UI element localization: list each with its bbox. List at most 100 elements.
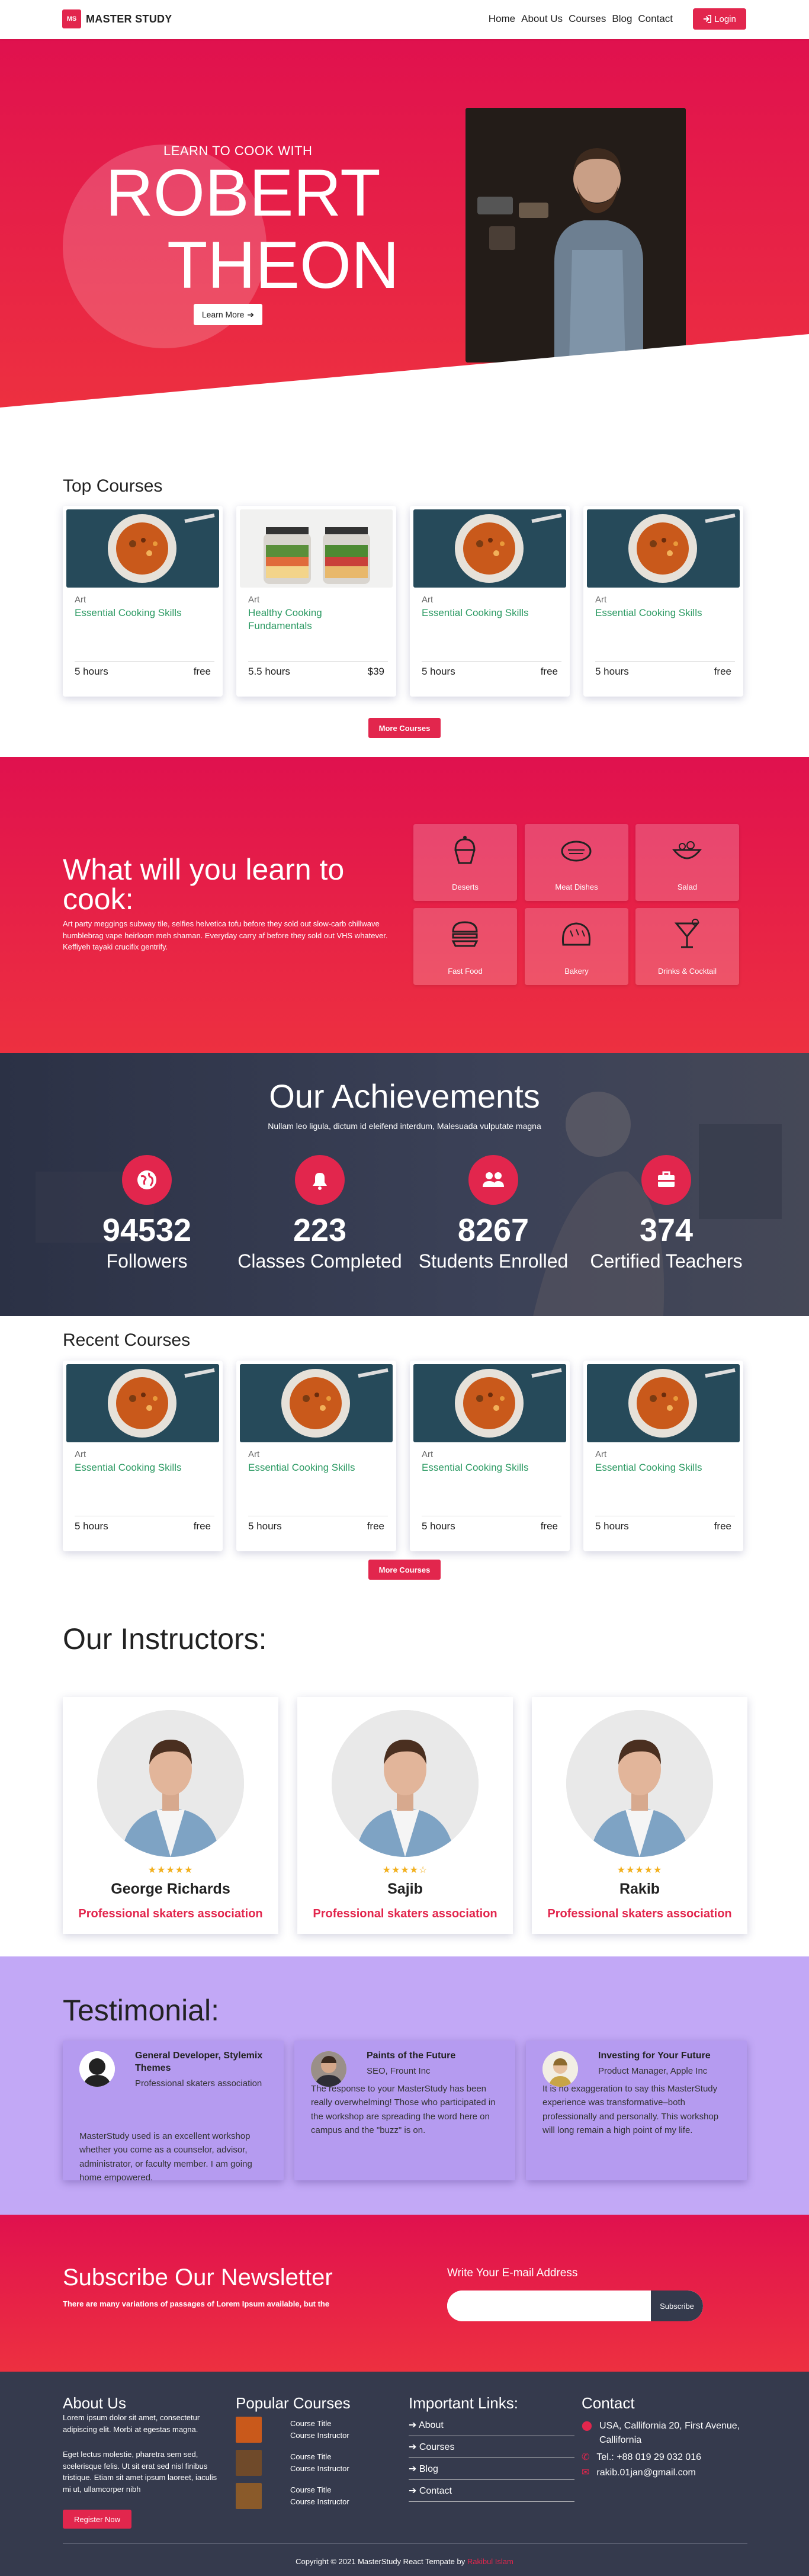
nav-blog[interactable]: Blog: [612, 13, 632, 25]
nav-about[interactable]: About Us: [521, 13, 563, 25]
login-button[interactable]: Login: [693, 8, 746, 30]
bell-icon: [295, 1155, 345, 1205]
popular-course-item[interactable]: Course Title Course Instructor: [236, 2483, 402, 2510]
learn-tile[interactable]: Bakery: [525, 908, 628, 985]
recent-courses-title: Recent Courses: [63, 1330, 191, 1350]
stat-label: Students Enrolled: [418, 1250, 569, 1272]
logo[interactable]: MS MASTER STUDY: [62, 9, 172, 28]
popular-course-instructor: Course Instructor: [290, 2464, 349, 2473]
nav-courses[interactable]: Courses: [569, 13, 606, 25]
instructor-name: George Richards: [111, 1881, 230, 1897]
login-icon: [704, 15, 712, 23]
learn-tile[interactable]: Fast Food: [413, 908, 517, 985]
recent-more-courses-button[interactable]: More Courses: [368, 1560, 441, 1580]
contact-email[interactable]: rakib.01jan@gmail.com: [596, 2468, 695, 2478]
popular-course-item[interactable]: Course Title Course Instructor: [236, 2417, 402, 2444]
register-button[interactable]: Register Now: [63, 2510, 131, 2529]
tile-label: Meat Dishes: [555, 883, 598, 891]
course-title[interactable]: Essential Cooking Skills: [422, 607, 558, 620]
learn-tile[interactable]: Deserts: [413, 824, 517, 901]
stat-number: 8267: [457, 1212, 529, 1248]
subscribe-button[interactable]: Subscribe: [651, 2291, 703, 2321]
course-hours: 5 hours: [595, 1520, 629, 1532]
author-link[interactable]: Rakibul Islam: [467, 2557, 513, 2566]
top-course-card[interactable]: Art Healthy Cooking Fundamentals 5.5 hours…: [236, 506, 396, 697]
footer-link[interactable]: ➔ Courses: [409, 2436, 574, 2458]
more-courses-button[interactable]: More Courses: [368, 718, 441, 738]
hero-section: LEARN TO COOK WITH ROBERT THEON Learn Mo…: [0, 39, 809, 408]
course-category: Art: [248, 1449, 260, 1459]
testimonial-role: Professional skaters association: [135, 2078, 262, 2089]
course-image: [240, 509, 393, 588]
achievements-section: Our Achievements Nullam leo ligula, dict…: [0, 1053, 809, 1316]
top-course-card[interactable]: Art Essential Cooking Skills 5 hours free: [583, 506, 743, 697]
top-course-card[interactable]: Art Essential Cooking Skills 5 hours free: [63, 506, 223, 697]
footer-link[interactable]: ➔ Blog: [409, 2458, 574, 2480]
learn-tile[interactable]: Meat Dishes: [525, 824, 628, 901]
copyright-text: Copyright © 2021 MasterStudy React Tempa…: [296, 2557, 466, 2566]
newsletter-form: Subscribe: [447, 2291, 703, 2321]
stat-item: 8267 Students Enrolled: [404, 1155, 582, 1272]
recent-course-card[interactable]: Art Essential Cooking Skills 5 hours free: [410, 1361, 570, 1551]
achievements-title: Our Achievements: [269, 1077, 540, 1115]
popular-course-item[interactable]: Course Title Course Instructor: [236, 2450, 402, 2477]
course-category: Art: [248, 595, 260, 605]
instructor-card[interactable]: ★★★★☆ Sajib Professional skaters associati…: [297, 1697, 513, 1934]
course-hours: 5 hours: [75, 1520, 108, 1532]
recent-course-card[interactable]: Art Essential Cooking Skills 5 hours free: [236, 1361, 396, 1551]
course-image: [66, 509, 219, 588]
course-title[interactable]: Essential Cooking Skills: [422, 1461, 558, 1474]
nav-home[interactable]: Home: [489, 13, 515, 25]
tile-label: Deserts: [452, 883, 479, 891]
instructor-card[interactable]: ★★★★★ Rakib Professional skaters associati…: [532, 1697, 747, 1934]
tile-label: Fast Food: [448, 967, 483, 976]
learn-tile[interactable]: Salad: [635, 824, 739, 901]
tile-label: Salad: [677, 883, 698, 891]
course-title[interactable]: Essential Cooking Skills: [595, 607, 731, 620]
footer-link[interactable]: ➔ About: [409, 2414, 574, 2436]
course-price: free: [367, 1520, 384, 1532]
course-title[interactable]: Healthy Cooking Fundamentals: [248, 607, 384, 633]
course-hours: 5 hours: [422, 1520, 455, 1532]
card-divider: [595, 661, 735, 662]
instructors-title: Our Instructors:: [63, 1622, 267, 1656]
instructor-role: Professional skaters association: [78, 1907, 263, 1920]
course-category: Art: [422, 1449, 434, 1459]
learn-tile[interactable]: Drinks & Cocktail: [635, 908, 739, 985]
tile-label: Bakery: [564, 967, 589, 976]
instructor-card[interactable]: ★★★★★ George Richards Professional skaters…: [63, 1697, 278, 1934]
card-divider: [248, 661, 388, 662]
logo-text: MASTER STUDY: [86, 12, 172, 25]
course-price: free: [193, 666, 211, 677]
login-label: Login: [714, 14, 736, 24]
course-price: free: [193, 1520, 211, 1532]
recent-course-card[interactable]: Art Essential Cooking Skills 5 hours free: [63, 1361, 223, 1551]
learn-title: What will you learn to cook:: [63, 853, 345, 916]
course-title[interactable]: Essential Cooking Skills: [248, 1461, 384, 1474]
course-image: [413, 1364, 566, 1442]
course-title[interactable]: Essential Cooking Skills: [75, 607, 211, 620]
arrow-right-icon: ➔: [409, 2486, 419, 2496]
testimonial-card: Investing for Your Future Product Manager…: [526, 2041, 747, 2180]
footer-contact-title: Contact: [582, 2394, 635, 2412]
card-divider: [75, 661, 214, 662]
instructor-name: Rakib: [619, 1881, 660, 1897]
course-title[interactable]: Essential Cooking Skills: [75, 1461, 211, 1474]
testimonial-name: Paints of the Future SEO, Frount Inc: [367, 2050, 503, 2077]
nav-contact[interactable]: Contact: [638, 13, 673, 25]
popular-course-instructor: Course Instructor: [290, 2431, 349, 2440]
recent-course-card[interactable]: Art Essential Cooking Skills 5 hours free: [583, 1361, 743, 1551]
briefcase-icon: [641, 1155, 691, 1205]
course-title[interactable]: Essential Cooking Skills: [595, 1461, 731, 1474]
email-input[interactable]: [447, 2291, 651, 2321]
top-course-card[interactable]: Art Essential Cooking Skills 5 hours free: [410, 506, 570, 697]
testimonial-avatar: [79, 2051, 115, 2087]
footer-link[interactable]: ➔ Contact: [409, 2480, 574, 2502]
copyright: Copyright © 2021 MasterStudy React Tempa…: [0, 2557, 809, 2566]
stat-number: 374: [639, 1212, 694, 1248]
arrow-right-icon: ➔: [409, 2420, 419, 2430]
course-image: [66, 1364, 219, 1442]
newsletter-input-label: Write Your E-mail Address: [447, 2267, 578, 2279]
testimonial-role: SEO, Frount Inc: [367, 2065, 431, 2076]
card-divider: [422, 661, 561, 662]
